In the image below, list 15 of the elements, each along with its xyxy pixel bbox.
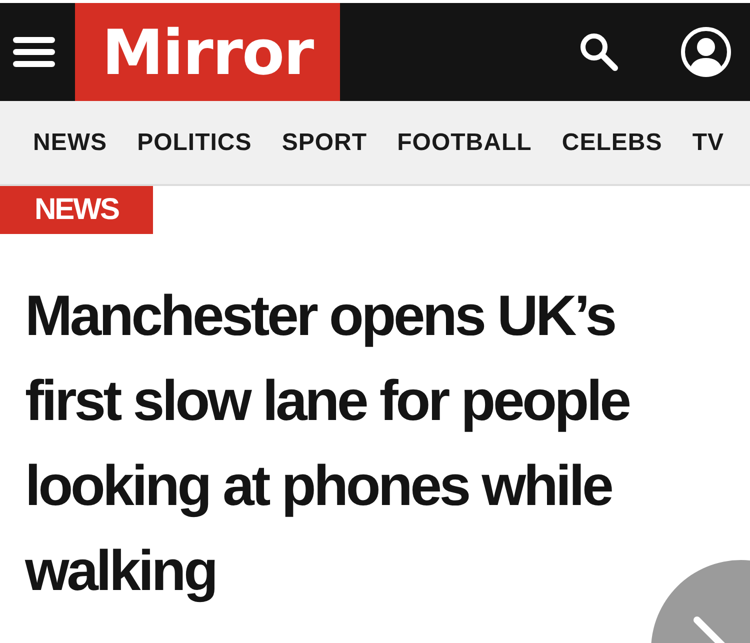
search-icon xyxy=(578,31,620,73)
menu-icon xyxy=(13,36,55,68)
headline: Manchester opens UK’s first slow lane for people looking at phones while walking xyxy=(25,283,630,605)
nav-link[interactable]: FOOTBALL xyxy=(397,128,532,156)
account-button[interactable] xyxy=(680,26,732,78)
nav-link[interactable]: POLITICS xyxy=(137,128,252,156)
logo[interactable]: Mirror xyxy=(75,3,340,101)
search-button[interactable] xyxy=(578,31,620,73)
nav-link[interactable]: TV xyxy=(692,128,724,156)
nav-link[interactable]: NEWS xyxy=(33,128,107,156)
nav-link[interactable]: CELEBS xyxy=(562,128,662,156)
user-icon xyxy=(680,26,732,78)
section-tag[interactable]: NEWS xyxy=(0,186,153,234)
menu-button[interactable] xyxy=(13,36,55,68)
nav-link[interactable]: SPORT xyxy=(282,128,368,156)
